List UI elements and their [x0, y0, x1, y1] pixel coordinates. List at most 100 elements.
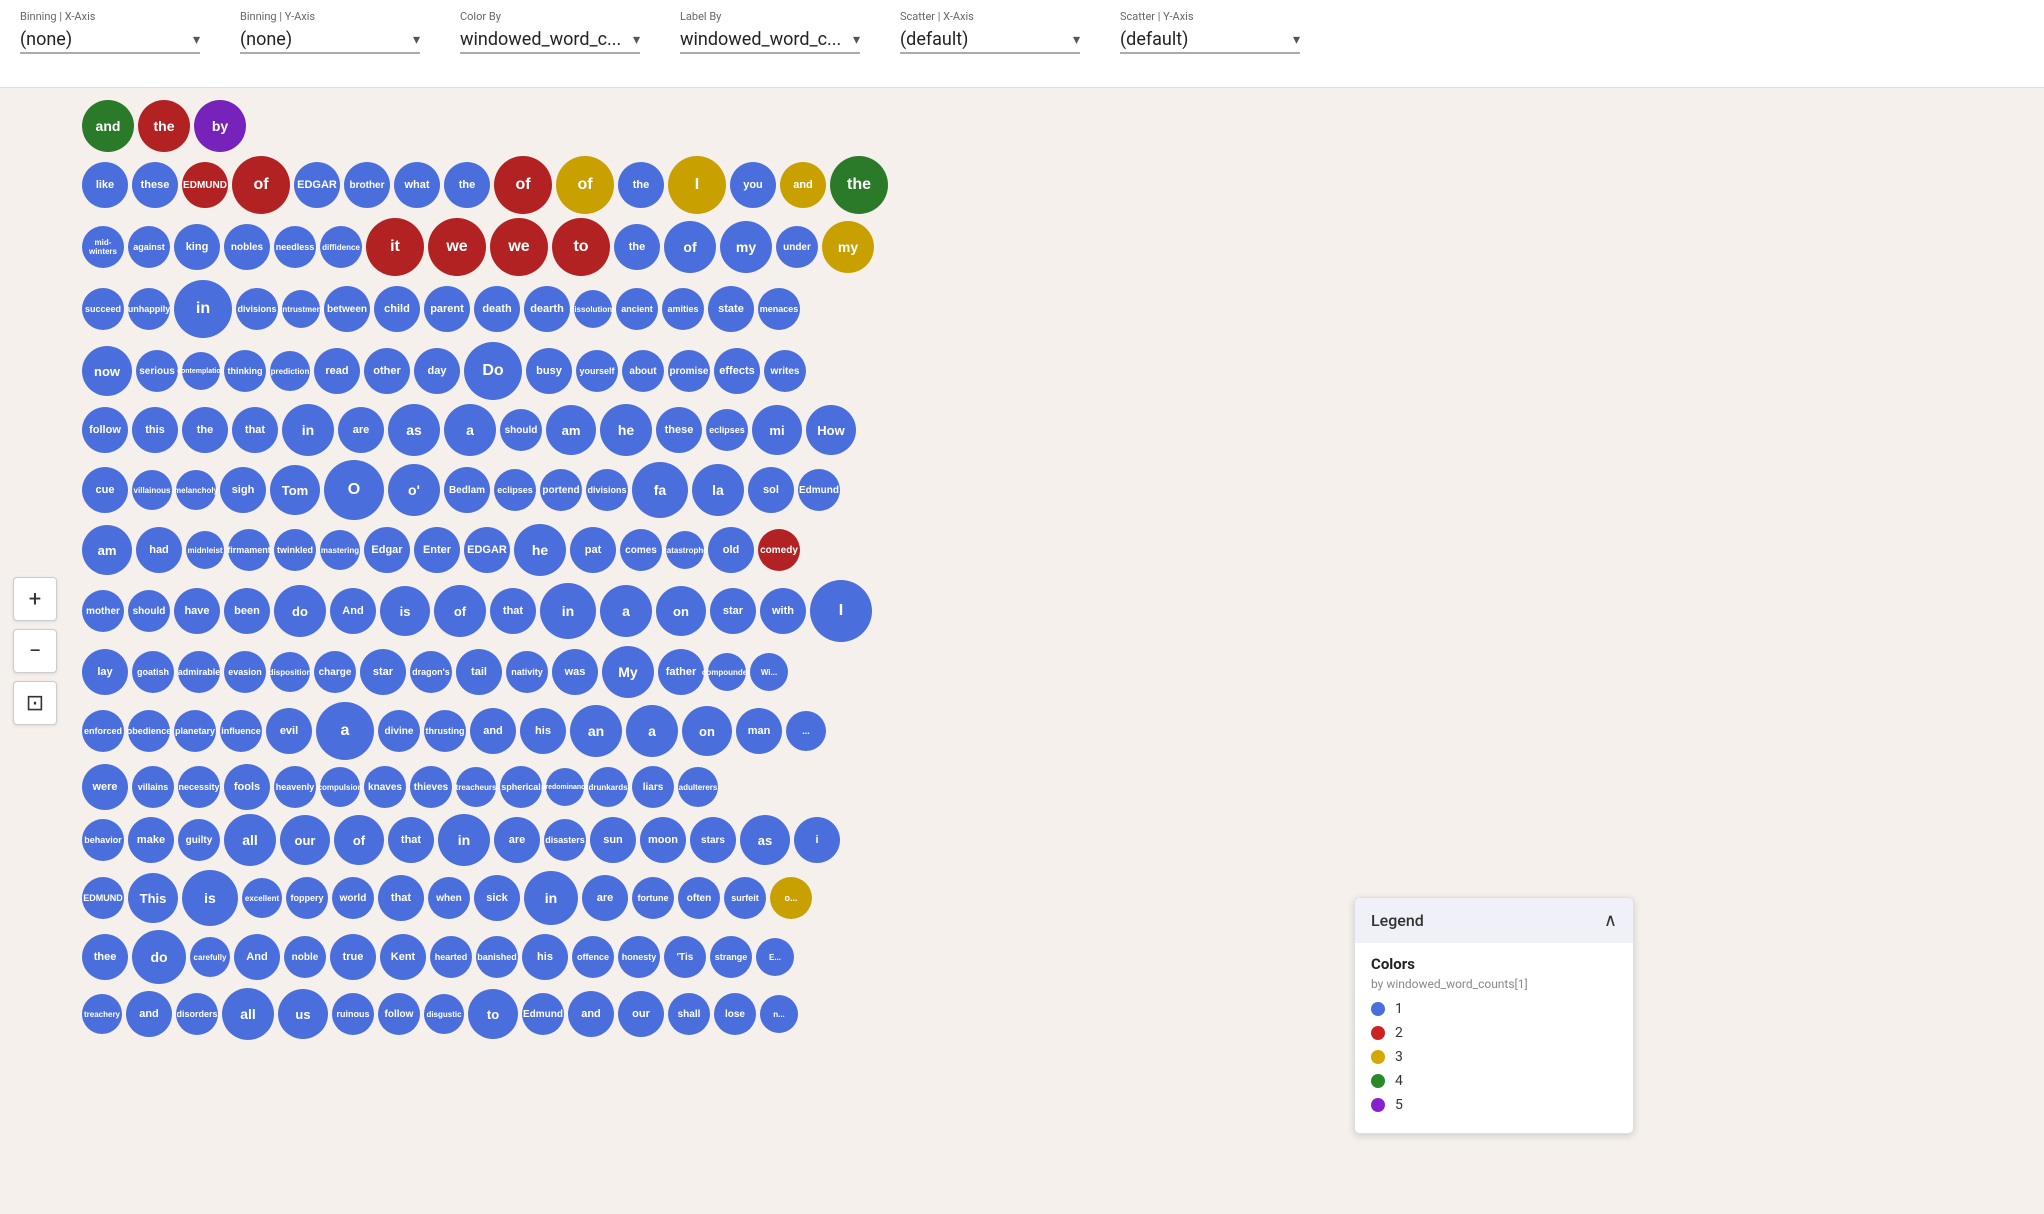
word-bubble[interactable]: dissolutions	[574, 290, 612, 328]
word-bubble[interactable]: he	[514, 524, 566, 576]
word-bubble[interactable]: ...	[786, 711, 826, 751]
word-bubble[interactable]: sun	[590, 817, 636, 863]
word-bubble[interactable]: disgustic	[424, 994, 464, 1034]
word-bubble[interactable]: EDGAR	[464, 527, 510, 573]
word-bubble[interactable]: on	[682, 706, 732, 756]
word-bubble[interactable]: is	[380, 586, 430, 636]
word-bubble[interactable]: surfeit	[724, 877, 766, 919]
word-bubble[interactable]: his	[520, 708, 566, 754]
word-bubble[interactable]: fortune	[632, 877, 674, 919]
word-bubble[interactable]: other	[364, 348, 410, 394]
word-bubble[interactable]: enforced	[82, 710, 124, 752]
word-bubble[interactable]: melancholy	[176, 470, 216, 510]
word-bubble[interactable]: unhappily	[128, 288, 170, 330]
word-bubble[interactable]: villainous	[132, 470, 172, 510]
word-bubble[interactable]: shall	[668, 993, 710, 1035]
word-bubble[interactable]: these	[132, 162, 178, 208]
word-bubble[interactable]: Edmund	[798, 469, 840, 511]
word-bubble[interactable]: nobles	[224, 224, 270, 270]
word-bubble[interactable]: heavenly	[274, 766, 316, 808]
word-bubble[interactable]: of	[434, 585, 486, 637]
word-bubble[interactable]: predominance	[546, 768, 584, 806]
word-bubble[interactable]: us	[278, 989, 328, 1039]
word-bubble[interactable]: when	[428, 877, 470, 919]
word-bubble[interactable]: prediction	[270, 351, 310, 391]
word-bubble[interactable]: what	[394, 162, 440, 208]
word-bubble[interactable]: drunkards	[588, 767, 628, 807]
word-bubble[interactable]: I	[668, 156, 726, 214]
word-bubble[interactable]: and	[568, 991, 614, 1037]
word-bubble[interactable]: between	[324, 286, 370, 332]
word-bubble[interactable]: promise	[668, 350, 710, 392]
word-bubble[interactable]: and	[780, 162, 826, 208]
word-bubble[interactable]: the	[138, 100, 190, 152]
word-bubble[interactable]: is	[182, 870, 238, 926]
word-bubble[interactable]: and	[470, 708, 516, 754]
word-bubble[interactable]: these	[656, 407, 702, 453]
word-bubble[interactable]: make	[128, 817, 174, 863]
word-bubble[interactable]: serious	[136, 350, 178, 392]
word-bubble[interactable]: in	[540, 583, 596, 639]
word-bubble[interactable]: follow	[82, 407, 128, 453]
word-bubble[interactable]: the	[182, 407, 228, 453]
word-bubble[interactable]: true	[330, 934, 376, 980]
word-bubble[interactable]: villains	[132, 766, 174, 808]
word-bubble[interactable]: noble	[284, 936, 326, 978]
word-bubble[interactable]: la	[692, 464, 744, 516]
word-bubble[interactable]: divisions	[586, 469, 628, 511]
word-bubble[interactable]: yourself	[576, 350, 618, 392]
word-bubble[interactable]: lose	[714, 993, 756, 1035]
word-bubble[interactable]: our	[280, 815, 330, 865]
word-bubble[interactable]: state	[708, 286, 754, 332]
word-bubble[interactable]: his	[522, 934, 568, 980]
word-bubble[interactable]: a	[316, 702, 374, 760]
word-bubble[interactable]: sick	[474, 875, 520, 921]
word-bubble[interactable]: am	[82, 525, 132, 575]
word-bubble[interactable]: my	[720, 221, 772, 273]
word-bubble[interactable]: liars	[632, 766, 674, 808]
word-bubble[interactable]: this	[132, 407, 178, 453]
word-bubble[interactable]: carefully	[190, 937, 230, 977]
word-bubble[interactable]: portend	[540, 469, 582, 511]
word-bubble[interactable]: fools	[224, 764, 270, 810]
word-bubble[interactable]: Edmund	[522, 993, 564, 1035]
word-bubble[interactable]: catastrophe	[666, 531, 704, 569]
legend-collapse-icon[interactable]: ∧	[1604, 910, 1617, 931]
word-bubble[interactable]: our	[618, 991, 664, 1037]
word-bubble[interactable]: mastering	[320, 530, 360, 570]
word-bubble[interactable]: EDGAR	[294, 162, 340, 208]
word-bubble[interactable]: that	[378, 875, 424, 921]
word-bubble[interactable]: read	[314, 348, 360, 394]
word-bubble[interactable]: had	[136, 527, 182, 573]
word-bubble[interactable]: in	[438, 814, 490, 866]
binning-y-select[interactable]: (none) ▾	[240, 27, 420, 54]
word-bubble[interactable]: Wi...	[750, 653, 788, 691]
word-bubble[interactable]: dearth	[524, 286, 570, 332]
word-bubble[interactable]: planetary	[174, 710, 216, 752]
word-bubble[interactable]: in	[174, 280, 232, 338]
word-bubble[interactable]: father	[658, 649, 704, 695]
word-bubble[interactable]: to	[468, 989, 518, 1039]
word-bubble[interactable]: treacheurs	[456, 767, 496, 807]
word-bubble[interactable]: adulterers	[678, 767, 718, 807]
word-bubble[interactable]: of	[334, 815, 384, 865]
word-bubble[interactable]: contemplation	[182, 352, 220, 390]
word-bubble[interactable]: tail	[456, 649, 502, 695]
word-bubble[interactable]: midnleist	[186, 531, 224, 569]
word-bubble[interactable]: in	[282, 404, 334, 456]
word-bubble[interactable]: Bedlam	[444, 467, 490, 513]
word-bubble[interactable]: charge	[314, 651, 356, 693]
word-bubble[interactable]: that	[232, 407, 278, 453]
word-bubble[interactable]: And	[234, 934, 280, 980]
word-bubble[interactable]: as	[388, 404, 440, 456]
word-bubble[interactable]: world	[332, 877, 374, 919]
word-bubble[interactable]: of	[494, 156, 552, 214]
word-bubble[interactable]: dragon's	[410, 651, 452, 693]
word-bubble[interactable]: the	[444, 162, 490, 208]
word-bubble[interactable]: amities	[662, 288, 704, 330]
word-bubble[interactable]: admirable	[178, 651, 220, 693]
fit-button[interactable]: ⊡	[13, 681, 57, 725]
word-bubble[interactable]: all	[222, 988, 274, 1040]
word-bubble[interactable]: nativity	[506, 651, 548, 693]
word-bubble[interactable]: o...	[770, 877, 812, 919]
